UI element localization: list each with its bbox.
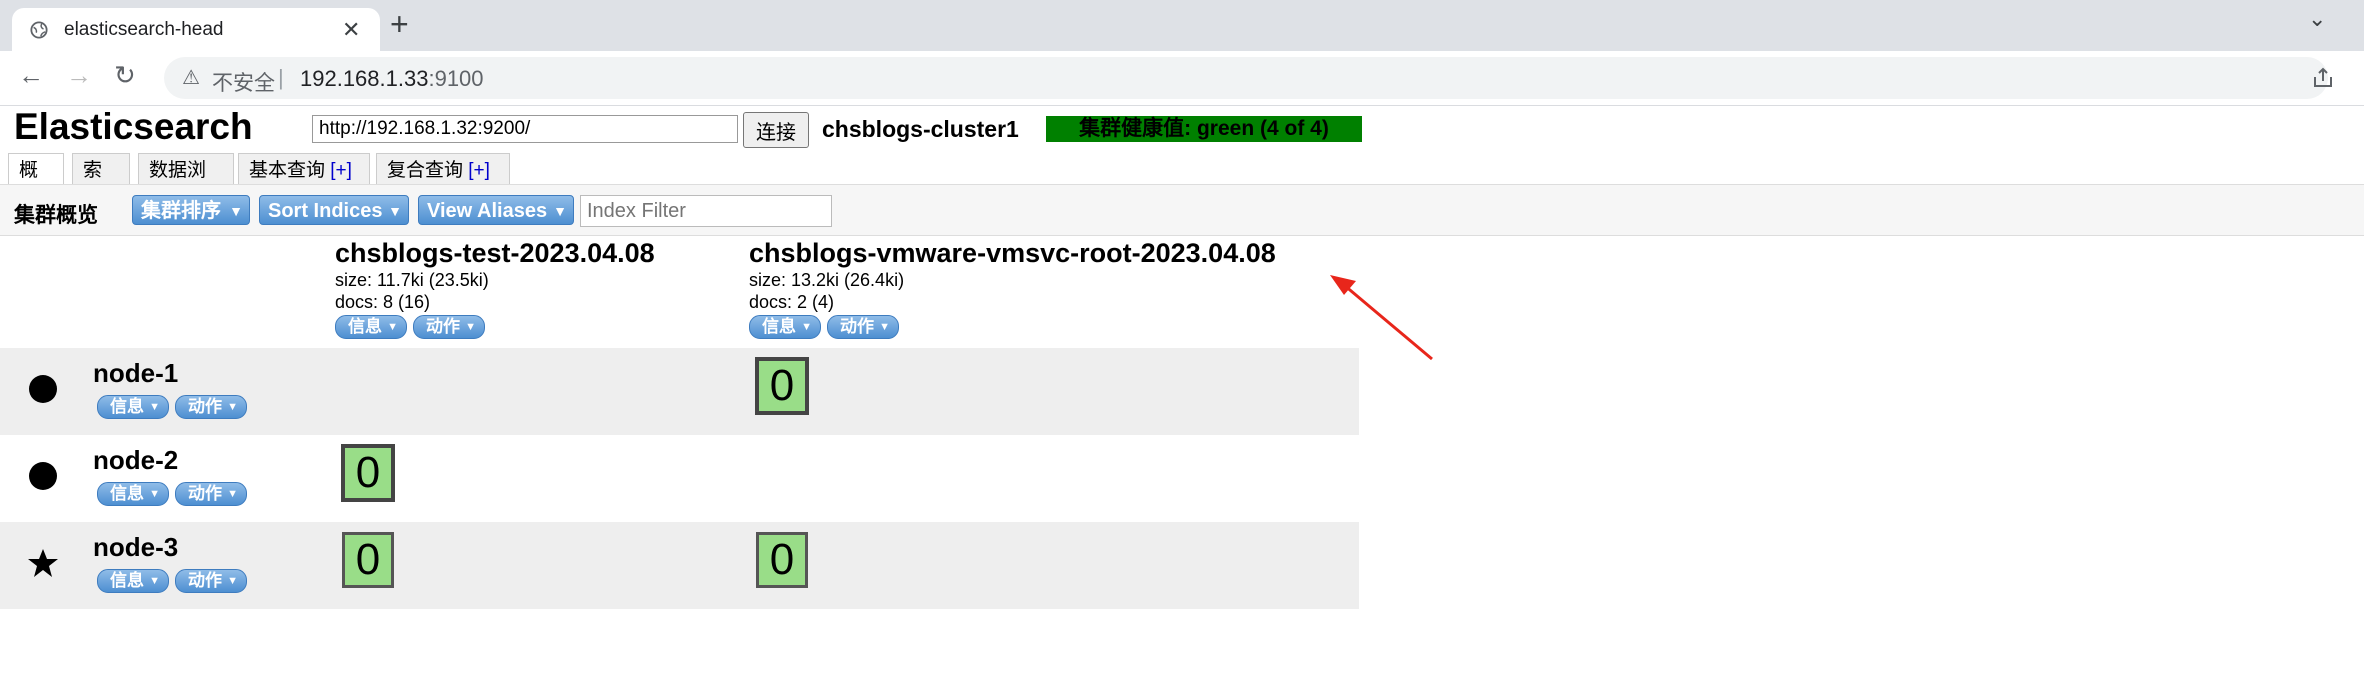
- pill-label: 动作: [188, 484, 222, 503]
- cluster-toolbar: 集群概览 集群排序 ▼ Sort Indices ▼ View Aliases ▼: [0, 184, 2364, 236]
- circle-icon: [29, 375, 57, 403]
- view-aliases-button[interactable]: View Aliases ▼: [418, 195, 574, 225]
- node-action-button[interactable]: 动作 ▼: [175, 395, 247, 419]
- caret-down-icon: ▼: [149, 401, 160, 413]
- caret-down-icon: ▼: [465, 321, 476, 333]
- caret-down-icon: ▼: [227, 575, 238, 587]
- button-label: 集群排序: [141, 200, 221, 222]
- tab-basic-query[interactable]: 基本查询 [+]: [238, 153, 370, 185]
- tab-add-icon[interactable]: [+]: [330, 160, 352, 181]
- index-filter-input[interactable]: [580, 195, 832, 227]
- back-icon[interactable]: ←: [18, 60, 44, 91]
- node-info-button[interactable]: 信息 ▼: [97, 482, 169, 506]
- pill-label: 信息: [110, 397, 144, 416]
- index-name: chsblogs-vmware-vmsvc-root-2023.04.08: [749, 238, 1276, 268]
- pill-label: 动作: [840, 317, 874, 336]
- button-label: View Aliases: [427, 200, 548, 222]
- node-action-button[interactable]: 动作 ▼: [175, 482, 247, 506]
- tab-label: 基本查询: [249, 160, 331, 181]
- node-action-button[interactable]: 动作 ▼: [175, 569, 247, 593]
- url-port: :9100: [428, 66, 484, 91]
- caret-down-icon: ▼: [388, 203, 402, 219]
- pill-label: 信息: [110, 571, 144, 590]
- browser-tabstrip: elasticsearch-head ✕ + ⌄: [0, 0, 2364, 51]
- url-host: 192.168.1.33: [300, 66, 429, 91]
- index-name: chsblogs-test-2023.04.08: [335, 238, 655, 268]
- pill-label: 信息: [762, 317, 796, 336]
- caret-down-icon: ▼: [879, 321, 890, 333]
- insecure-label[interactable]: 不安全: [212, 67, 275, 97]
- forward-icon[interactable]: →: [66, 60, 92, 91]
- shard[interactable]: 0: [755, 357, 809, 415]
- index-size: size: 11.7ki (23.5ki): [335, 270, 489, 290]
- shard[interactable]: 0: [756, 532, 808, 588]
- pill-label: 动作: [426, 317, 460, 336]
- globe-icon: [30, 21, 48, 39]
- reload-icon[interactable]: ↻: [114, 60, 136, 91]
- warning-icon[interactable]: ⚠: [182, 65, 200, 90]
- pill-label: 信息: [348, 317, 382, 336]
- cluster-health-badge: 集群健康值: green (4 of 4): [1046, 116, 1362, 142]
- star-icon: [28, 549, 58, 577]
- tab-overview[interactable]: 概览: [8, 153, 64, 215]
- caret-down-icon: ▼: [227, 488, 238, 500]
- address-bar[interactable]: ⚠ 不安全 | 192.168.1.33:9100: [164, 57, 2328, 99]
- cluster-name: chsblogs-cluster1: [822, 116, 1019, 142]
- shard[interactable]: 0: [342, 532, 394, 588]
- pill-label: 信息: [110, 484, 144, 503]
- new-tab-button[interactable]: +: [390, 6, 409, 43]
- node-name: node-3: [93, 532, 179, 562]
- pill-label: 动作: [188, 397, 222, 416]
- url-separator: |: [278, 65, 284, 90]
- index-docs: docs: 2 (4): [749, 292, 835, 312]
- node-name: node-1: [93, 358, 179, 388]
- caret-down-icon: ▼: [387, 321, 398, 333]
- shard[interactable]: 0: [341, 444, 395, 502]
- index-header: chsblogs-test-2023.04.08 size: 11.7ki (2…: [335, 238, 655, 339]
- tab-browser[interactable]: 数据浏览: [138, 153, 234, 215]
- caret-down-icon: ▼: [149, 488, 160, 500]
- caret-down-icon: ▼: [553, 203, 567, 219]
- index-action-button[interactable]: 动作 ▼: [413, 315, 485, 339]
- app-title: Elasticsearch: [14, 106, 253, 147]
- connection-url-input[interactable]: [312, 115, 738, 143]
- caret-down-icon: ▼: [149, 575, 160, 587]
- index-info-button[interactable]: 信息 ▼: [749, 315, 821, 339]
- index-docs: docs: 8 (16): [335, 292, 431, 312]
- node-info-button[interactable]: 信息 ▼: [97, 395, 169, 419]
- connect-button[interactable]: 连接: [743, 112, 809, 148]
- button-label: Sort Indices: [268, 200, 383, 222]
- tab-title: elasticsearch-head: [64, 19, 224, 40]
- caret-down-icon: ▼: [229, 203, 243, 219]
- tab-add-icon[interactable]: [+]: [468, 160, 490, 181]
- tab-indices[interactable]: 索引: [72, 153, 130, 215]
- tab-label: 复合查询: [387, 160, 469, 181]
- index-size: size: 13.2ki (26.4ki): [749, 270, 905, 290]
- sort-indices-button[interactable]: Sort Indices ▼: [259, 195, 409, 225]
- close-tab-icon[interactable]: ✕: [342, 17, 360, 43]
- browser-toolbar: ← → ↻ ⚠ 不安全 | 192.168.1.33:9100: [0, 51, 2364, 106]
- index-info-button[interactable]: 信息 ▼: [335, 315, 407, 339]
- node-row: node-2 信息 ▼ 动作 ▼ 0: [0, 435, 1359, 522]
- node-row: node-1 信息 ▼ 动作 ▼ 0: [0, 348, 1359, 435]
- browser-tab[interactable]: elasticsearch-head ✕: [12, 8, 380, 51]
- url-text[interactable]: 192.168.1.33:9100: [300, 66, 484, 92]
- sort-cluster-button[interactable]: 集群排序 ▼: [132, 195, 250, 225]
- index-header: chsblogs-vmware-vmsvc-root-2023.04.08 si…: [749, 238, 1276, 339]
- circle-icon: [29, 462, 57, 490]
- caret-down-icon: ▼: [801, 321, 812, 333]
- index-action-button[interactable]: 动作 ▼: [827, 315, 899, 339]
- pill-label: 动作: [188, 571, 222, 590]
- toolbar-title: 集群概览: [14, 204, 98, 227]
- node-name: node-2: [93, 445, 179, 475]
- node-info-button[interactable]: 信息 ▼: [97, 569, 169, 593]
- tab-search-icon[interactable]: ⌄: [2308, 6, 2326, 32]
- share-icon[interactable]: [2312, 67, 2334, 89]
- node-row: node-3 信息 ▼ 动作 ▼ 0 0: [0, 522, 1359, 609]
- tab-compound-query[interactable]: 复合查询 [+]: [376, 153, 510, 185]
- caret-down-icon: ▼: [227, 401, 238, 413]
